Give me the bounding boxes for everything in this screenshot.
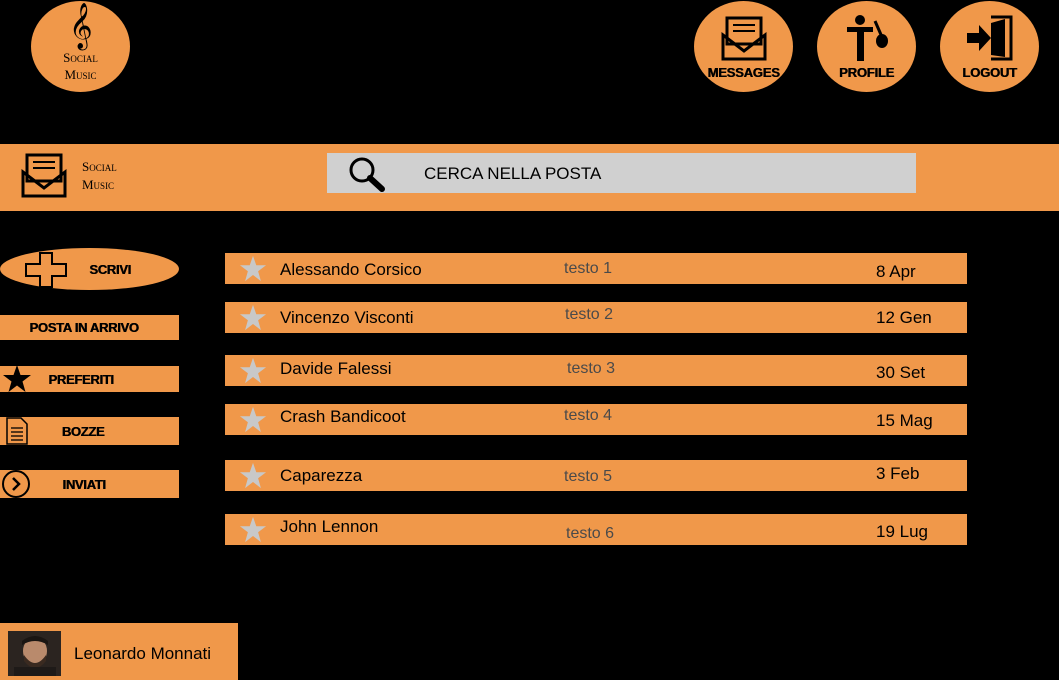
favorite-star-icon[interactable] — [239, 357, 267, 384]
favorite-star-icon[interactable] — [239, 304, 267, 331]
message-subject: testo 5 — [564, 468, 613, 485]
message-date: 15 Mag — [876, 411, 933, 430]
mail-brand-text: Social Music — [82, 158, 117, 194]
logout-button[interactable]: LOGOUT — [940, 1, 1039, 92]
mail-envelope-icon — [21, 153, 67, 198]
favorite-star-icon[interactable] — [239, 255, 267, 282]
message-row[interactable]: Crash Bandicoot testo 4 15 Mag — [225, 404, 967, 435]
logo-text-line1: Social — [63, 50, 98, 65]
logout-door-icon — [966, 15, 1012, 61]
compose-label: SCRIVI — [89, 261, 131, 277]
envelope-icon — [721, 16, 766, 61]
sidebar-item-drafts[interactable]: BOZZE — [0, 417, 179, 445]
app-logo[interactable]: 𝄞 Social Music — [31, 1, 130, 92]
message-subject: testo 2 — [565, 306, 614, 323]
star-icon — [3, 365, 31, 392]
search-input[interactable]: CERCA NELLA POSTA — [327, 153, 916, 193]
sidebar-item-label: POSTA IN ARRIVO — [29, 320, 139, 335]
search-icon — [349, 157, 385, 192]
favorite-star-icon[interactable] — [239, 462, 267, 489]
message-date: 19 Lug — [876, 522, 928, 541]
user-card[interactable]: Leonardo Monnati — [0, 623, 238, 680]
sidebar-item-inbox[interactable]: POSTA IN ARRIVO — [0, 315, 179, 340]
messages-label: MESSAGES — [707, 65, 780, 80]
message-date: 30 Set — [876, 363, 926, 382]
plus-icon — [25, 252, 67, 288]
message-sender: John Lennon — [280, 517, 379, 536]
avatar-photo — [8, 631, 61, 676]
mail-header-bar: Social Music CERCA NELLA POSTA — [0, 144, 1059, 211]
search-placeholder: CERCA NELLA POSTA — [424, 164, 602, 183]
message-date: 3 Feb — [876, 464, 920, 483]
profile-button[interactable]: PROFILE — [817, 1, 916, 92]
messages-button[interactable]: MESSAGES — [694, 1, 793, 92]
sidebar-item-label: INVIATI — [62, 476, 106, 492]
message-sender: Vincenzo Visconti — [280, 308, 414, 327]
logo-text: Social Music — [31, 49, 130, 83]
sidebar-item-favorites[interactable]: PREFERITI — [0, 365, 179, 392]
logo-text-line2: Music — [64, 67, 97, 82]
treble-clef-icon: 𝄞 — [69, 3, 93, 49]
mail-brand-line1: Social — [82, 159, 117, 174]
message-sender: Davide Falessi — [280, 359, 392, 378]
message-date: 8 Apr — [876, 262, 916, 281]
message-row[interactable]: Vincenzo Visconti testo 2 12 Gen — [225, 302, 967, 333]
mail-brand-line2: Music — [82, 177, 115, 192]
message-date: 12 Gen — [876, 308, 932, 327]
compose-button[interactable]: SCRIVI — [0, 248, 179, 290]
document-icon — [6, 417, 28, 445]
sidebar-item-label: BOZZE — [61, 423, 105, 439]
message-row[interactable]: John Lennon testo 6 19 Lug — [225, 514, 967, 545]
musician-icon — [846, 15, 888, 61]
message-row[interactable]: Davide Falessi testo 3 30 Set — [225, 355, 967, 386]
message-subject: testo 6 — [566, 525, 615, 542]
message-sender: Alessando Corsico — [280, 260, 422, 279]
avatar — [8, 631, 61, 676]
profile-label: PROFILE — [839, 65, 894, 80]
message-row[interactable]: Alessando Corsico testo 1 8 Apr — [225, 253, 967, 284]
logout-label: LOGOUT — [962, 65, 1017, 80]
chevron-right-circle-icon — [2, 470, 30, 498]
message-subject: testo 4 — [564, 407, 613, 424]
message-row[interactable]: Caparezza testo 5 3 Feb — [225, 460, 967, 491]
message-sender: Caparezza — [280, 466, 363, 485]
sidebar-item-label: PREFERITI — [48, 371, 114, 387]
sidebar-item-sent[interactable]: INVIATI — [0, 470, 179, 498]
user-name: Leonardo Monnati — [74, 644, 212, 663]
message-sender: Crash Bandicoot — [280, 407, 406, 426]
message-subject: testo 1 — [564, 260, 613, 277]
favorite-star-icon[interactable] — [239, 406, 267, 433]
favorite-star-icon[interactable] — [239, 516, 267, 543]
message-subject: testo 3 — [567, 360, 616, 377]
